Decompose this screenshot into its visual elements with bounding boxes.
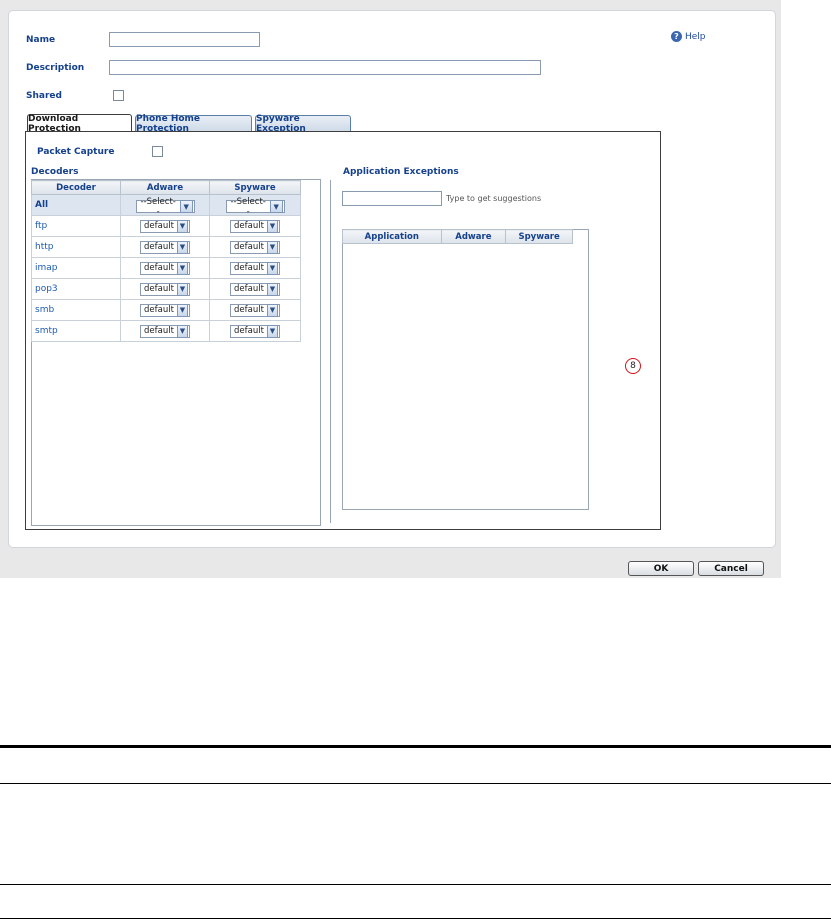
select-value: default: [144, 221, 174, 231]
adware-select-all[interactable]: --Select-- ▼: [135, 197, 195, 217]
spyware-select[interactable]: default ▼: [230, 219, 280, 233]
packet-capture-checkbox[interactable]: [152, 146, 163, 157]
name-label: Name: [26, 35, 56, 45]
table-row: smb default ▼ default ▼: [31, 299, 301, 321]
decoders-table: Decoder Adware Spyware All --Select-- ▼ -…: [31, 180, 301, 342]
decoder-name: smtp: [35, 326, 58, 336]
horizontal-rule: [0, 884, 831, 885]
table-row: http default ▼ default ▼: [31, 236, 301, 258]
column-header: Spyware: [209, 180, 301, 195]
column-header: Spyware: [505, 229, 573, 244]
decoder-name: http: [35, 242, 54, 252]
adware-select[interactable]: default ▼: [140, 219, 190, 233]
spyware-select[interactable]: default ▼: [230, 240, 280, 254]
horizontal-rule: [0, 783, 831, 784]
chevron-down-icon: ▼: [176, 261, 188, 275]
decoder-name: All: [35, 200, 49, 210]
application-exceptions-table: Application Adware Spyware: [342, 229, 573, 244]
chevron-down-icon: ▼: [176, 219, 188, 233]
cancel-button[interactable]: Cancel: [698, 561, 764, 576]
help-label: Help: [685, 31, 706, 42]
spyware-select[interactable]: default ▼: [230, 324, 280, 338]
chevron-down-icon: ▼: [269, 200, 283, 214]
tab-download-protection[interactable]: Download Protection: [27, 114, 132, 134]
chevron-down-icon: ▼: [266, 303, 278, 317]
chevron-down-icon: ▼: [266, 240, 278, 254]
decoder-name: imap: [35, 263, 58, 273]
application-exceptions-list: [342, 229, 589, 510]
decoder-name: ftp: [35, 221, 48, 231]
select-value: default: [234, 326, 264, 336]
callout-number-badge: 8: [625, 358, 641, 374]
decoder-name: pop3: [35, 284, 58, 294]
column-header: Application: [342, 229, 442, 244]
select-value: default: [234, 284, 264, 294]
select-value: default: [144, 242, 174, 252]
column-header: Adware: [440, 229, 507, 244]
chevron-down-icon: ▼: [176, 303, 188, 317]
chevron-down-icon: ▼: [266, 324, 278, 338]
spyware-select-all[interactable]: --Select-- ▼: [225, 197, 285, 217]
select-value: default: [144, 263, 174, 273]
select-value: --Select--: [140, 196, 176, 217]
table-row: pop3 default ▼ default ▼: [31, 278, 301, 300]
horizontal-rule-thick: [0, 745, 831, 748]
select-value: default: [144, 326, 174, 336]
chevron-down-icon: ▼: [266, 282, 278, 296]
shared-checkbox[interactable]: [113, 90, 124, 101]
select-value: default: [234, 221, 264, 231]
adware-select[interactable]: default ▼: [140, 324, 190, 338]
ok-button[interactable]: OK: [628, 561, 694, 576]
chevron-down-icon: ▼: [176, 324, 188, 338]
select-value: default: [234, 263, 264, 273]
select-value: --Select--: [230, 196, 266, 217]
tab-spyware-exception[interactable]: Spyware Exception: [255, 114, 351, 134]
chevron-down-icon: ▼: [266, 219, 278, 233]
description-label: Description: [26, 63, 85, 73]
name-input[interactable]: [109, 32, 260, 47]
help-icon: ?: [671, 31, 682, 42]
vertical-divider: [330, 180, 331, 523]
packet-capture-label: Packet Capture: [37, 147, 115, 157]
description-input[interactable]: [109, 60, 541, 75]
spyware-select[interactable]: default ▼: [230, 282, 280, 296]
help-link[interactable]: ? Help: [671, 31, 706, 42]
column-header: Decoder: [31, 180, 121, 195]
select-value: default: [234, 242, 264, 252]
chevron-down-icon: ▼: [176, 240, 188, 254]
adware-select[interactable]: default ▼: [140, 282, 190, 296]
spyware-select[interactable]: default ▼: [230, 303, 280, 317]
table-row: smtp default ▼ default ▼: [31, 320, 301, 342]
tab-phone-home-protection[interactable]: Phone Home Protection: [135, 114, 252, 134]
chevron-down-icon: ▼: [179, 200, 193, 214]
application-search-hint: Type to get suggestions: [446, 194, 542, 203]
table-row-all: All --Select-- ▼ --Select-- ▼: [31, 194, 301, 217]
adware-select[interactable]: default ▼: [140, 240, 190, 254]
decoder-name: smb: [35, 305, 55, 315]
shared-label: Shared: [26, 91, 62, 101]
table-row: imap default ▼ default ▼: [31, 257, 301, 279]
select-value: default: [144, 284, 174, 294]
application-search-input[interactable]: [342, 191, 442, 206]
adware-select[interactable]: default ▼: [140, 303, 190, 317]
decoders-title: Decoders: [31, 167, 79, 177]
application-exceptions-title: Application Exceptions: [343, 167, 459, 177]
chevron-down-icon: ▼: [266, 261, 278, 275]
spyware-select[interactable]: default ▼: [230, 261, 280, 275]
adware-select[interactable]: default ▼: [140, 261, 190, 275]
column-header: Adware: [120, 180, 210, 195]
chevron-down-icon: ▼: [176, 282, 188, 296]
select-value: default: [234, 305, 264, 315]
table-row: ftp default ▼ default ▼: [31, 215, 301, 237]
select-value: default: [144, 305, 174, 315]
